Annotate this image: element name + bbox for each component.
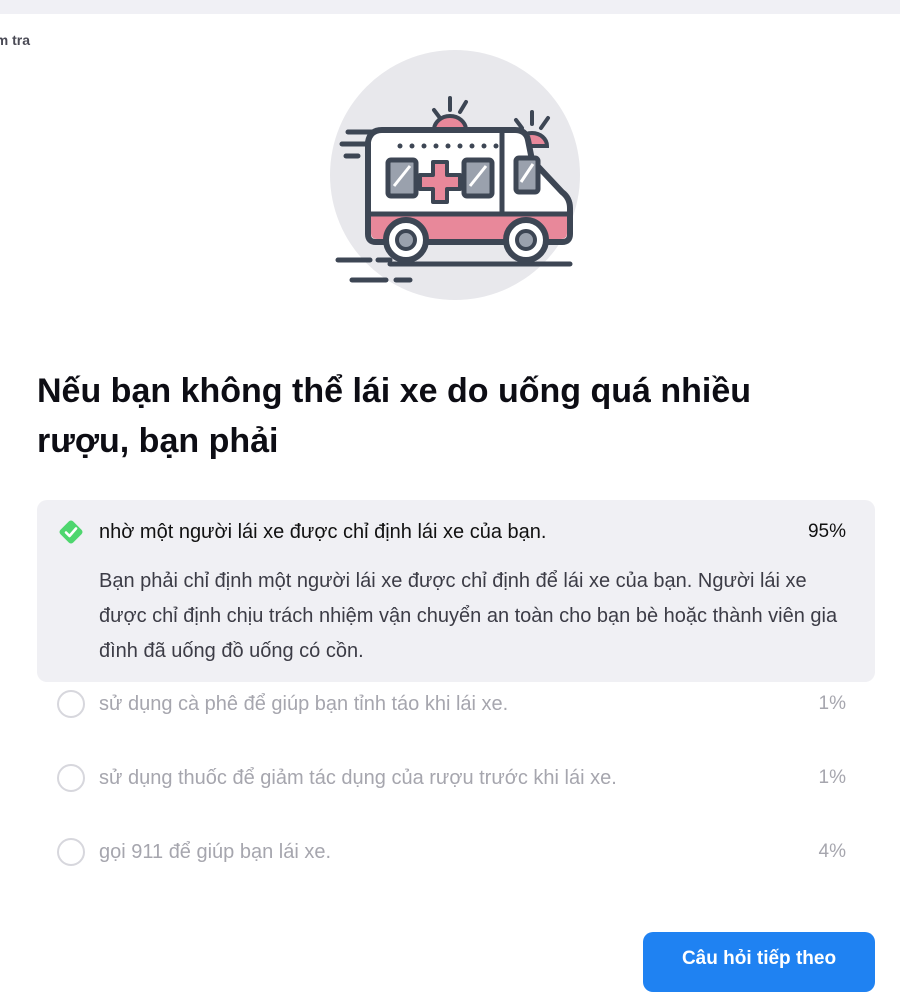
answer-option[interactable]: gọi 911 để giúp bạn lái xe. 4% [37,830,875,904]
answer-text: nhờ một người lái xe được chỉ định lái x… [99,521,547,543]
answer-percent: 1% [818,693,846,714]
answer-percent: 4% [818,841,846,862]
answer-explanation: Bạn phải chỉ định một người lái xe được … [99,570,838,662]
answer-percent: 1% [818,767,846,788]
ambulance-icon [330,50,580,300]
answer-text: sử dụng thuốc để giảm tác dụng của rượu … [99,767,617,789]
answer-option[interactable]: sử dụng thuốc để giảm tác dụng của rượu … [37,756,875,830]
radio-circle-icon [57,838,85,866]
answer-text: gọi 911 để giúp bạn lái xe. [99,841,332,863]
next-question-button[interactable]: Câu hỏi tiếp theo [643,932,875,992]
answer-option[interactable]: sử dụng cà phê để giúp bạn tỉnh táo khi … [37,682,875,756]
answer-option-correct[interactable]: nhờ một người lái xe được chỉ định lái x… [37,500,875,682]
top-bar [0,0,900,14]
answer-text: sử dụng cà phê để giúp bạn tỉnh táo khi … [99,693,509,715]
question-title: Nếu bạn không thể lái xe do uống quá nhi… [37,372,752,460]
answer-list: nhờ một người lái xe được chỉ định lái x… [37,500,875,904]
answer-percent: 95% [807,521,846,542]
check-diamond-icon [57,518,85,546]
breadcrumb[interactable]: Kiểm tra [0,32,60,48]
radio-circle-icon [57,690,85,718]
radio-circle-icon [57,764,85,792]
